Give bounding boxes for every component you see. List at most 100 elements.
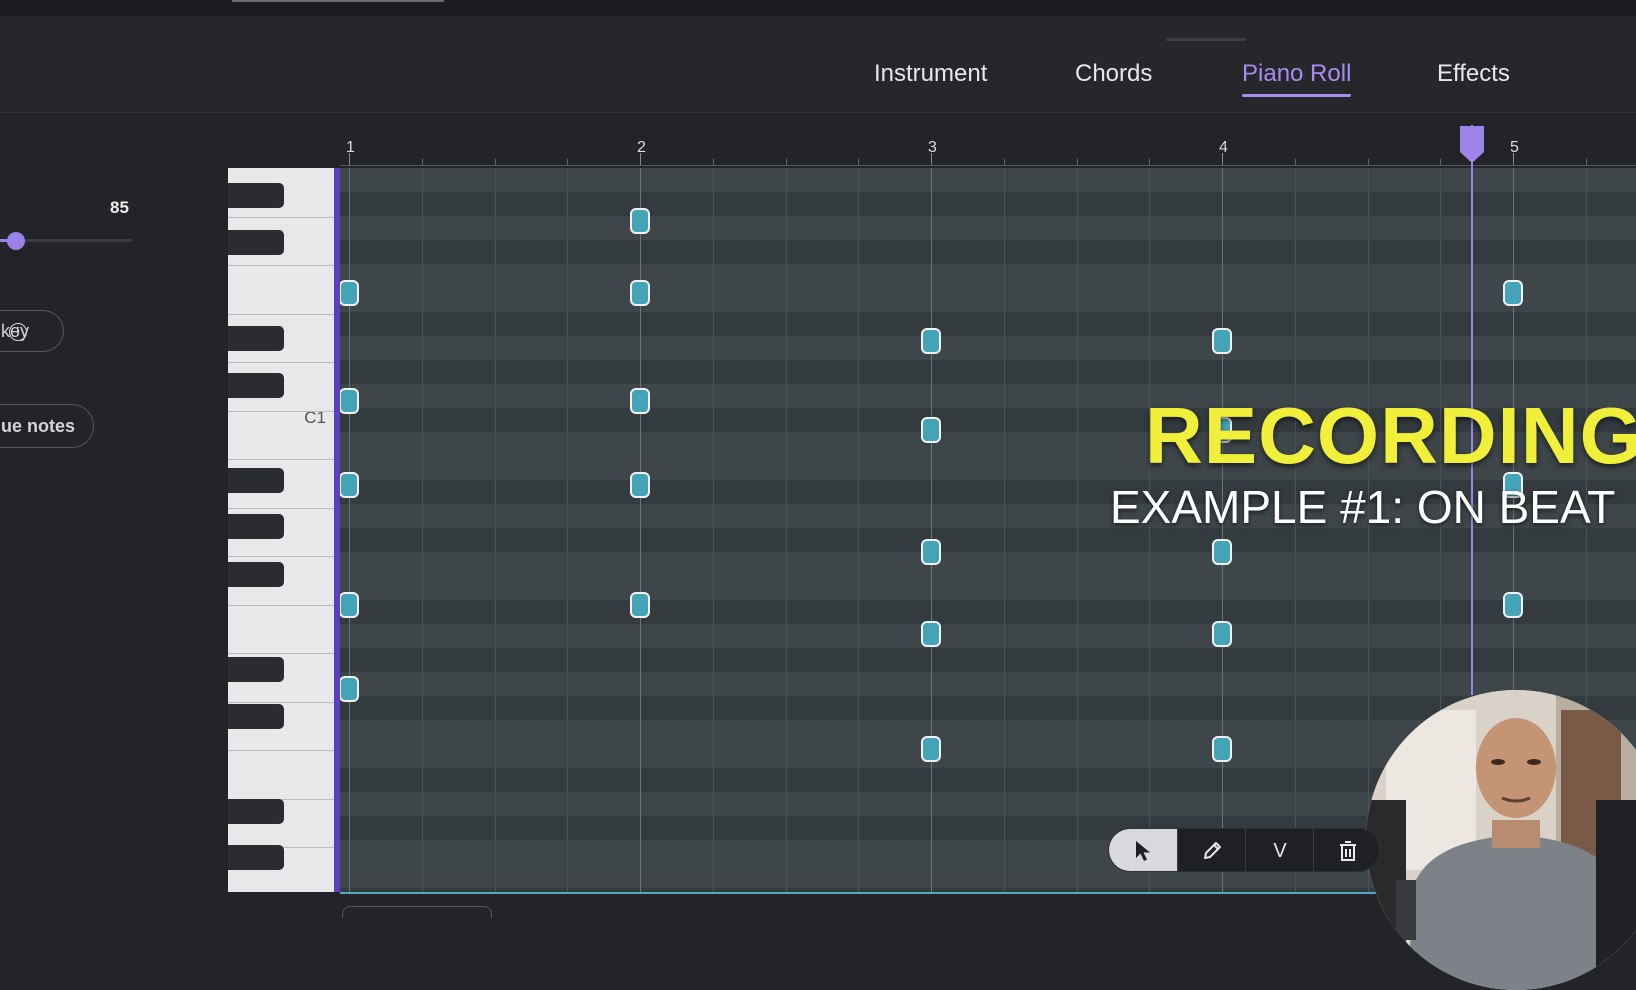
midi-note[interactable] [1503, 592, 1523, 618]
white-key-divider [228, 216, 334, 218]
notes-button-label: ue notes [1, 416, 76, 436]
bar-number-2: 2 [637, 139, 646, 156]
white-key-divider [228, 265, 334, 266]
midi-note[interactable] [1212, 736, 1232, 762]
grid-row [340, 672, 1636, 696]
black-key[interactable] [228, 468, 284, 493]
left-panel [0, 113, 228, 919]
ruler-tick [421, 159, 423, 165]
beat-line [1003, 168, 1005, 892]
grid-row [340, 624, 1636, 648]
white-key-divider [228, 604, 334, 606]
velocity-tool-label: V [1273, 839, 1287, 862]
midi-note[interactable] [340, 472, 359, 498]
notes-button[interactable]: ue notes [0, 404, 94, 448]
midi-note[interactable] [340, 280, 359, 306]
grid-row [340, 192, 1636, 216]
midi-note[interactable] [1503, 280, 1523, 306]
midi-note[interactable] [340, 592, 359, 618]
midi-note[interactable] [921, 328, 941, 354]
grid-row [340, 240, 1636, 264]
active-tab-underline [1242, 94, 1352, 97]
midi-note[interactable] [921, 620, 941, 647]
black-key[interactable] [228, 845, 284, 870]
white-key-divider [228, 701, 334, 703]
key-button[interactable]: key i [0, 310, 64, 352]
bar-line [931, 168, 932, 892]
white-key-divider [228, 653, 334, 654]
piano-keyboard[interactable]: C1 [228, 168, 334, 892]
white-key-divider [228, 362, 334, 363]
velocity-tool-button[interactable]: V [1245, 829, 1314, 871]
info-icon[interactable]: i [9, 323, 27, 341]
grid-row [340, 168, 1636, 192]
midi-note[interactable] [1212, 328, 1232, 354]
black-key[interactable] [228, 230, 284, 255]
ruler-tick [1222, 153, 1223, 165]
black-key[interactable] [228, 326, 284, 351]
midi-note[interactable] [1212, 539, 1232, 566]
overlay-subtitle: EXAMPLE #1: ON BEAT [1110, 481, 1616, 533]
cursor-arrow-icon [1136, 841, 1150, 861]
black-key[interactable] [228, 562, 284, 587]
grid-row [340, 288, 1636, 312]
top-strip [0, 0, 1636, 16]
midi-note[interactable] [630, 208, 650, 234]
grid-row [340, 312, 1636, 336]
velocity-slider-thumb[interactable] [6, 232, 25, 250]
tab-chords[interactable]: Chords [1075, 60, 1152, 88]
black-key[interactable] [228, 373, 284, 398]
ruler-tick [785, 159, 787, 165]
tab-instrument[interactable]: Instrument [874, 60, 987, 88]
ruler-tick [1003, 159, 1005, 165]
midi-note[interactable] [630, 388, 650, 414]
midi-note[interactable] [630, 280, 650, 306]
black-key[interactable] [228, 704, 284, 729]
ruler-baseline [340, 165, 1636, 166]
midi-note[interactable] [340, 676, 359, 702]
black-key[interactable] [228, 514, 284, 539]
ruler-tick [712, 159, 714, 165]
ruler-tick [1440, 159, 1442, 165]
midi-note[interactable] [921, 416, 941, 443]
tab-piano-roll[interactable]: Piano Roll [1242, 60, 1352, 97]
midi-note[interactable] [340, 388, 359, 414]
black-key[interactable] [228, 657, 284, 682]
drag-handle[interactable] [1166, 38, 1246, 41]
black-key[interactable] [228, 799, 284, 824]
ruler-tick [494, 159, 496, 165]
beat-line [494, 168, 496, 892]
ruler-tick [1585, 159, 1587, 165]
bar-number-1: 1 [346, 139, 355, 156]
midi-note[interactable] [630, 472, 650, 498]
window-tab-indicator [232, 0, 444, 2]
grid-row [340, 648, 1636, 672]
midi-note[interactable] [921, 736, 941, 762]
velocity-value: 85 [110, 198, 129, 217]
bar-number-4: 4 [1219, 139, 1228, 156]
beat-line [1076, 168, 1078, 892]
playhead-marker-icon[interactable] [1458, 126, 1486, 164]
beat-line [421, 168, 423, 892]
midi-note[interactable] [630, 592, 650, 618]
white-key-divider [228, 313, 334, 315]
beat-line [785, 168, 787, 892]
ruler-tick [567, 159, 569, 165]
grid-row [340, 216, 1636, 240]
tab-effects[interactable]: Effects [1437, 60, 1510, 88]
bar-number-5: 5 [1510, 139, 1519, 156]
midi-note[interactable] [921, 539, 941, 566]
pencil-tool-button[interactable] [1177, 829, 1246, 871]
black-key[interactable] [228, 183, 284, 208]
midi-note[interactable] [1212, 620, 1232, 647]
white-key-divider [228, 507, 334, 509]
select-tool-button[interactable] [1109, 829, 1177, 871]
delete-tool-button[interactable] [1313, 829, 1379, 871]
horizontal-scrollbar[interactable] [342, 906, 492, 918]
overlay-title: RECORDING [1145, 391, 1636, 480]
tab-piano-roll-label: Piano Roll [1242, 60, 1352, 87]
white-key-divider [228, 459, 334, 460]
bar-ruler[interactable]: 1 2 3 4 5 [340, 125, 1636, 167]
beat-line [567, 168, 569, 892]
ruler-tick [1076, 159, 1078, 165]
